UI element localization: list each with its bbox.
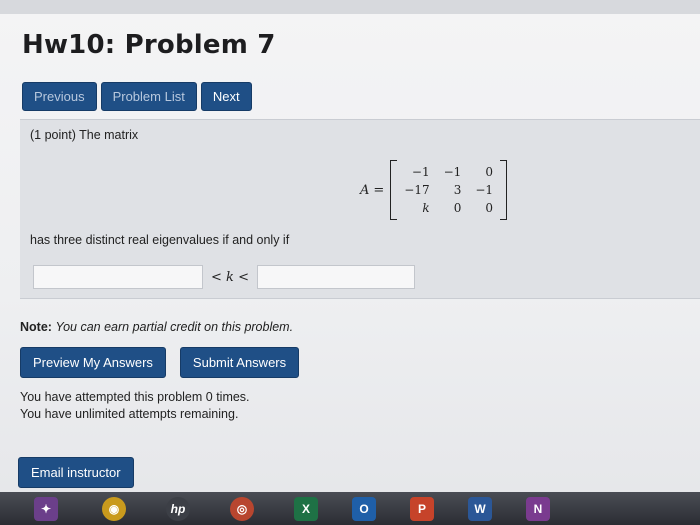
matrix-left-bracket: [390, 160, 398, 220]
remaining-text: You have unlimited attempts remaining.: [20, 407, 239, 421]
word-icon[interactable]: W: [468, 496, 492, 521]
matrix-row: −17 3 −1: [397, 181, 500, 199]
photos-icon[interactable]: ✦: [34, 496, 58, 521]
attempts-text: You have attempted this problem 0 times.: [20, 390, 250, 404]
inequality-expression: < k <: [211, 270, 249, 285]
powerpoint-icon[interactable]: P: [410, 496, 434, 521]
less-than-symbol: <: [238, 269, 249, 285]
chrome-icon[interactable]: ◉: [102, 496, 126, 521]
note-text: You can earn partial credit on this prob…: [55, 320, 294, 334]
webwork-page: Hw10: Problem 7 Previous Problem List Ne…: [0, 0, 700, 492]
problem-condition: has three distinct real eigenvalues if a…: [30, 233, 290, 247]
browser-top-strip: [0, 0, 700, 14]
windows-taskbar: ✦ ◉ hp ◎ X O P W N: [0, 492, 700, 525]
next-button[interactable]: Next: [200, 82, 252, 111]
note-label: Note:: [20, 320, 52, 334]
lower-bound-input[interactable]: [33, 265, 203, 289]
preview-answers-button[interactable]: Preview My Answers: [20, 347, 166, 378]
less-than-symbol: <: [211, 269, 222, 285]
matrix-row: −1 −1 0: [397, 163, 500, 181]
problem-prompt: (1 point) The matrix: [30, 128, 139, 142]
problem-list-button[interactable]: Problem List: [100, 82, 197, 111]
matrix-cell: k: [422, 201, 430, 215]
matrix-cell: 3: [453, 183, 462, 197]
outlook-icon[interactable]: O: [352, 496, 376, 521]
matrix-equals: =: [373, 182, 385, 198]
excel-icon[interactable]: X: [294, 496, 318, 521]
problem-nav: Previous Problem List Next: [22, 82, 252, 111]
matrix-row: k 0 0: [397, 199, 500, 217]
partial-credit-note: Note: You can earn partial credit on thi…: [20, 320, 293, 334]
onenote-icon[interactable]: N: [526, 496, 550, 521]
matrix-label: A: [360, 182, 370, 198]
matrix-table: −1 −1 0 −17 3 −1 k 0 0: [397, 163, 500, 217]
matrix-right-bracket: [500, 160, 508, 220]
answer-row: < k <: [33, 265, 415, 289]
matrix-cell: −1: [411, 165, 430, 179]
attempt-status: You have attempted this problem 0 times.…: [20, 389, 250, 423]
problem-panel: (1 point) The matrix A = −1 −1 0 −17 3 −…: [20, 119, 700, 299]
matrix-cell: 0: [453, 201, 462, 215]
hp-icon[interactable]: hp: [166, 496, 190, 521]
matrix-cell: 0: [485, 201, 494, 215]
upper-bound-input[interactable]: [256, 265, 415, 289]
variable-k: k: [226, 269, 234, 285]
email-instructor-button[interactable]: Email instructor: [18, 457, 134, 488]
matrix-cell: −17: [404, 183, 430, 197]
chrome-alt-icon[interactable]: ◎: [230, 496, 254, 521]
page-title: Hw10: Problem 7: [22, 30, 276, 60]
matrix-cell: −1: [443, 165, 462, 179]
matrix-cell: 0: [485, 165, 494, 179]
email-section: Email instructor: [18, 457, 134, 488]
matrix-display: A = −1 −1 0 −17 3 −1 k 0 0: [360, 160, 508, 220]
previous-button[interactable]: Previous: [22, 82, 97, 111]
submit-answers-button[interactable]: Submit Answers: [179, 347, 300, 378]
matrix-cell: −1: [475, 183, 494, 197]
answer-actions: Preview My Answers Submit Answers: [20, 347, 300, 378]
